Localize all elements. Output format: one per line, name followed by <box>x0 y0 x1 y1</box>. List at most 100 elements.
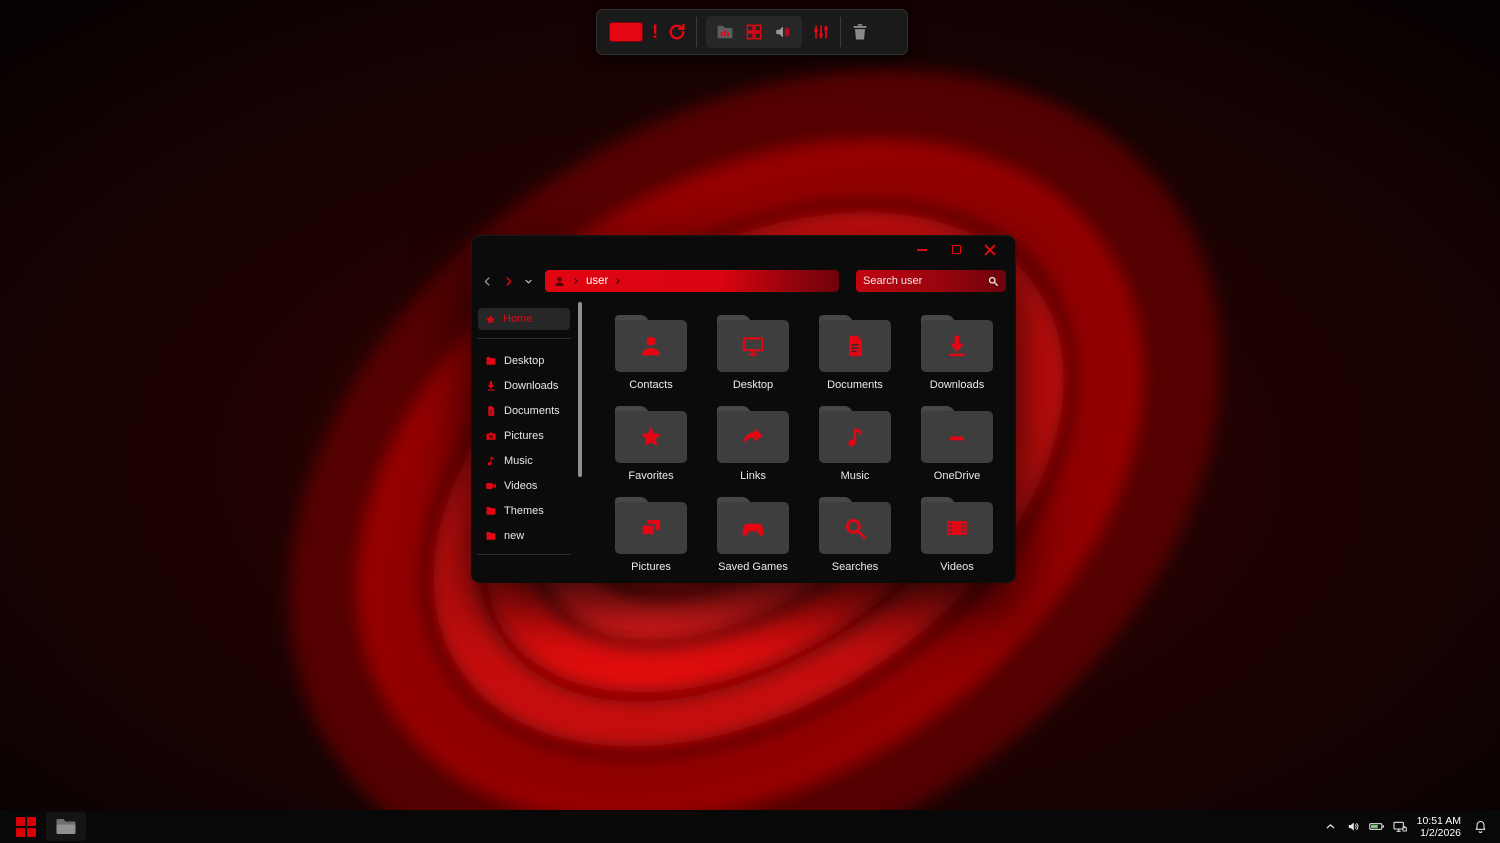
folder-icon <box>615 411 687 463</box>
search-input[interactable] <box>863 275 987 287</box>
sidebar-home-label: Home <box>503 313 532 325</box>
folder-front <box>921 502 993 554</box>
tray-network-display-icon[interactable] <box>1389 812 1411 842</box>
folder-icon <box>819 411 891 463</box>
system-tray: 10:51 AM 1/2/2026 <box>1320 812 1494 842</box>
sidebar-item-documents[interactable]: Documents <box>472 398 576 423</box>
sidebar-item-label: Downloads <box>504 380 558 392</box>
minimize-button[interactable] <box>905 239 939 260</box>
tray-battery-icon[interactable] <box>1366 812 1388 842</box>
folder-label: Music <box>841 470 870 482</box>
folder-front <box>615 411 687 463</box>
tray-speaker-icon[interactable] <box>1343 812 1365 842</box>
folder-label: Searches <box>832 561 878 573</box>
music-icon <box>485 455 497 467</box>
tray-time: 10:51 AM <box>1417 815 1461 827</box>
folder-icon <box>921 411 993 463</box>
maximize-icon <box>952 245 961 254</box>
sidebar-item-label: Documents <box>504 405 560 417</box>
document-icon <box>842 333 868 359</box>
sidebar-item-label: Pictures <box>504 430 544 442</box>
search-icon <box>987 275 999 287</box>
close-button[interactable] <box>973 239 1007 260</box>
forward-button[interactable] <box>502 275 515 288</box>
folder-front <box>717 411 789 463</box>
folder-label: Pictures <box>631 561 671 573</box>
toolbar-divider <box>840 17 841 47</box>
folder-front <box>819 502 891 554</box>
video-icon <box>485 480 497 492</box>
sidebar-item-themes[interactable]: Themes <box>472 498 576 523</box>
sidebar-item-label: Themes <box>504 505 544 517</box>
music-icon <box>842 424 868 450</box>
search-box[interactable] <box>856 270 1006 292</box>
folder-label: Favorites <box>628 470 673 482</box>
folder-item-links[interactable]: Links <box>702 405 804 496</box>
breadcrumb-chevron-icon <box>614 277 622 285</box>
folder-front <box>615 502 687 554</box>
folder-item-music[interactable]: Music <box>804 405 906 496</box>
navigation-bar: user <box>472 262 1015 300</box>
sidebar-item-label: Videos <box>504 480 537 492</box>
toolbar-group <box>706 16 802 48</box>
sidebar-item-home[interactable]: Home <box>478 308 570 330</box>
recent-locations-chevron-icon[interactable] <box>523 276 534 287</box>
folder-label: Contacts <box>629 379 672 391</box>
folder-item-onedrive[interactable]: OneDrive <box>906 405 1008 496</box>
taskbar: 10:51 AM 1/2/2026 <box>0 810 1500 843</box>
sidebar-item-new[interactable]: new <box>472 523 576 548</box>
trash-icon[interactable] <box>850 22 870 42</box>
folder-item-desktop[interactable]: Desktop <box>702 314 804 405</box>
breadcrumb-location[interactable]: user <box>586 275 608 287</box>
folder-icon <box>615 502 687 554</box>
folder-icon <box>54 815 78 839</box>
file-explorer-taskbar-button[interactable] <box>46 812 86 841</box>
sidebar: Home Desktop Downloads Documents Pictures Mu… <box>472 300 576 582</box>
tray-chevron-up-icon[interactable] <box>1320 812 1342 842</box>
speaker-icon[interactable] <box>773 22 793 42</box>
sidebar-item-desktop[interactable]: Desktop <box>472 348 576 373</box>
sidebar-item-videos[interactable]: Videos <box>472 473 576 498</box>
address-bar[interactable]: user <box>545 270 839 292</box>
notification-bell-icon[interactable] <box>1469 812 1491 842</box>
folder-item-downloads[interactable]: Downloads <box>906 314 1008 405</box>
folder-icon <box>921 502 993 554</box>
sidebar-item-label: new <box>504 530 524 542</box>
camera-icon <box>485 430 497 442</box>
folder-icon <box>819 502 891 554</box>
sidebar-item-downloads[interactable]: Downloads <box>472 373 576 398</box>
folder-chart-icon[interactable] <box>715 22 735 42</box>
display-swatch-icon[interactable] <box>609 22 643 42</box>
windows-logo-icon[interactable] <box>744 22 764 42</box>
folder-label: Desktop <box>733 379 773 391</box>
folder-icon <box>485 505 497 517</box>
film-icon <box>944 515 970 541</box>
scrollbar-thumb[interactable] <box>578 302 582 477</box>
refresh-icon[interactable] <box>667 22 687 42</box>
folder-front <box>819 411 891 463</box>
folder-item-saved-games[interactable]: Saved Games <box>702 496 804 582</box>
breadcrumb-chevron-icon <box>572 277 580 285</box>
sidebar-scrollbar[interactable] <box>576 300 584 582</box>
file-explorer-window: user Home Desk <box>472 236 1015 582</box>
start-button[interactable] <box>6 810 46 843</box>
maximize-button[interactable] <box>939 239 973 260</box>
sidebar-item-label: Desktop <box>504 355 544 367</box>
folder-item-pictures[interactable]: Pictures <box>600 496 702 582</box>
folder-item-videos[interactable]: Videos <box>906 496 1008 582</box>
sidebar-items: Desktop Downloads Documents Pictures Music Vi… <box>472 348 576 548</box>
folder-item-favorites[interactable]: Favorites <box>600 405 702 496</box>
taskbar-clock[interactable]: 10:51 AM 1/2/2026 <box>1417 815 1461 839</box>
sidebar-item-pictures[interactable]: Pictures <box>472 423 576 448</box>
folder-item-searches[interactable]: Searches <box>804 496 906 582</box>
alert-exclaim: ! <box>652 23 658 42</box>
back-button[interactable] <box>481 275 494 288</box>
sidebar-item-music[interactable]: Music <box>472 448 576 473</box>
folder-label: Videos <box>940 561 973 573</box>
home-star-icon <box>485 314 496 325</box>
folder-front <box>615 320 687 372</box>
folder-item-contacts[interactable]: Contacts <box>600 314 702 405</box>
equalizer-icon[interactable] <box>811 22 831 42</box>
folder-item-documents[interactable]: Documents <box>804 314 906 405</box>
titlebar[interactable] <box>472 236 1015 262</box>
